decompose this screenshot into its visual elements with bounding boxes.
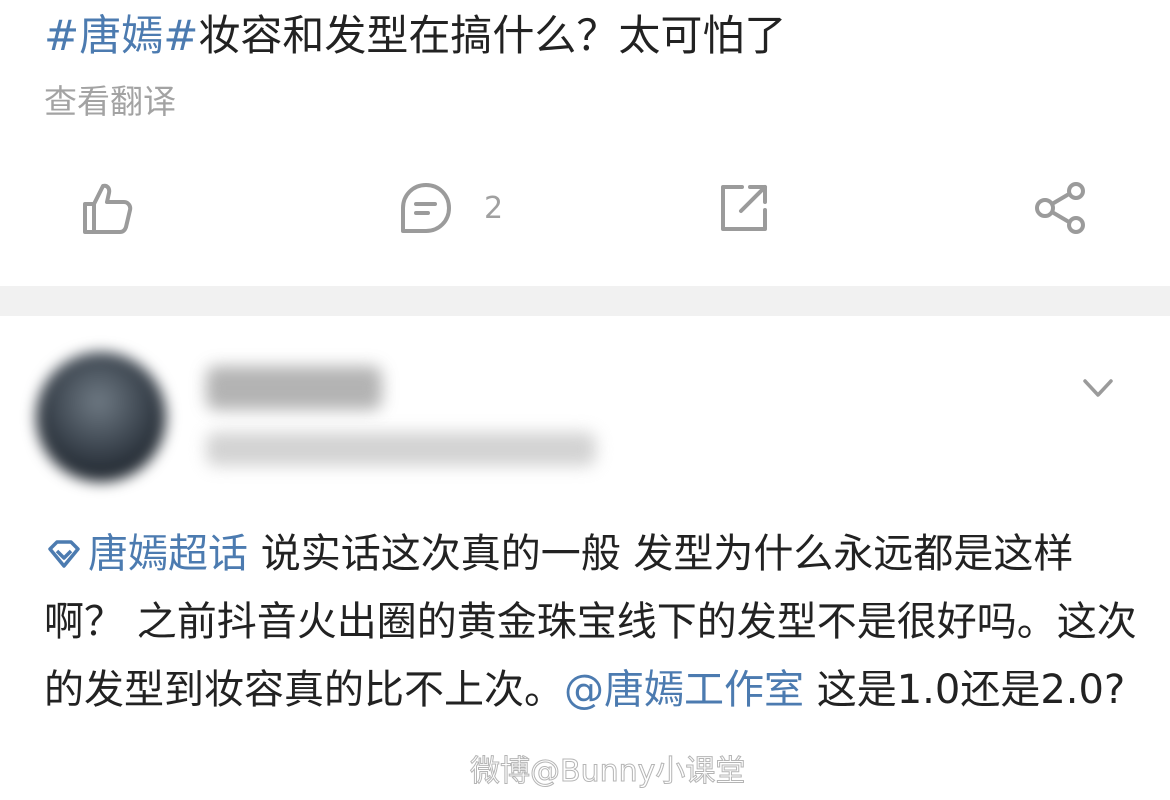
comment-bubble-icon (398, 180, 454, 236)
post-text: #唐嫣#妆容和发型在搞什么？太可怕了 (44, 8, 786, 64)
post-meta-blurred (206, 432, 596, 466)
supertopic-label: 唐嫣超话 (88, 531, 248, 577)
supertopic-link[interactable]: 唐嫣超话 (44, 531, 248, 577)
translate-link[interactable]: 查看翻译 (44, 80, 176, 124)
like-button[interactable] (78, 178, 134, 238)
mention-link[interactable]: @唐嫣工作室 (564, 667, 804, 713)
thumbs-up-icon (78, 180, 134, 236)
action-bar: 2 (0, 168, 1170, 248)
chevron-down-icon (1080, 379, 1116, 410)
comment-button[interactable]: 2 (398, 178, 503, 238)
share-icon (1032, 180, 1090, 236)
expand-button[interactable] (1080, 370, 1116, 410)
repost-button[interactable] (716, 178, 772, 238)
avatar[interactable] (36, 352, 166, 482)
comment-body: 唐嫣超话 说实话这次真的一般 发型为什么永远都是这样啊？ 之前抖音火出圈的黄金珠… (44, 520, 1144, 724)
post-body: 妆容和发型在搞什么？太可怕了 (198, 11, 787, 60)
share-button[interactable] (1032, 178, 1090, 238)
comment-count: 2 (484, 190, 504, 226)
username-blurred[interactable] (206, 366, 382, 410)
hashtag-link[interactable]: #唐嫣# (44, 11, 198, 60)
repost-icon (716, 180, 772, 236)
section-divider (0, 286, 1170, 316)
diamond-icon (44, 531, 88, 577)
watermark: 微博@Bunny小课堂 (469, 754, 746, 790)
comment-text-part2: 这是1.0还是2.0? (804, 667, 1126, 713)
